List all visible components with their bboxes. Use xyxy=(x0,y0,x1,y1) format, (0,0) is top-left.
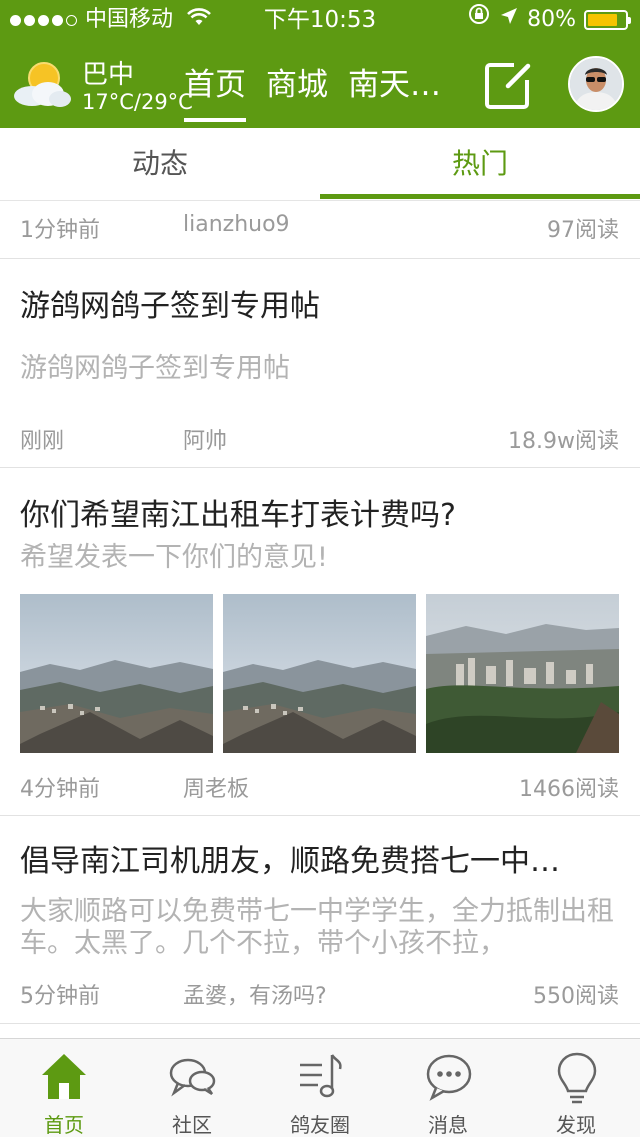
post-excerpt: 游鸽网鸽子签到专用帖 xyxy=(20,353,290,384)
tab-mall[interactable]: 商城 xyxy=(266,56,328,120)
top-header: 中国移动 下午10:53 80% 巴中 17°C/29°C 首页 商城 南天… xyxy=(0,0,640,128)
tab-home[interactable]: 首页 xyxy=(184,56,246,122)
post-time: 刚刚 xyxy=(20,429,65,454)
bottom-tab-label: 首页 xyxy=(44,1113,84,1137)
location-arrow-icon xyxy=(499,0,519,40)
post-excerpt: 希望发表一下你们的意见! xyxy=(20,542,328,573)
active-tab-indicator xyxy=(320,194,640,199)
tab-nantian[interactable]: 南天… xyxy=(348,56,441,120)
bottom-tab-label: 消息 xyxy=(428,1113,468,1137)
tab-hot[interactable]: 热门 xyxy=(320,128,640,200)
chat-bubbles-icon xyxy=(169,1058,216,1097)
status-bar: 中国移动 下午10:53 80% xyxy=(0,0,640,40)
post-feed: 1分钟前 lianzhuo9 97阅读 游鸽网鸽子签到专用帖 游鸽网鸽子签到专用… xyxy=(0,200,640,1024)
music-list-icon xyxy=(300,1054,342,1098)
post-time: 5分钟前 xyxy=(20,984,100,1009)
lightbulb-icon xyxy=(557,1052,597,1104)
city-hillside-photo[interactable] xyxy=(426,594,619,753)
post-read-count: 550阅读 xyxy=(533,984,619,1009)
message-icon xyxy=(426,1054,472,1101)
main-nav-tabs: 首页 商城 南天… xyxy=(184,56,461,122)
post-card[interactable]: 倡导南江司机朋友，顺路免费搭七一中… 大家顺路可以免费带七一中学学生，全力抵制出… xyxy=(0,816,640,1023)
post-title[interactable]: 你们希望南江出租车打表计费吗? xyxy=(20,490,456,534)
post-title[interactable]: 倡导南江司机朋友，顺路免费搭七一中… xyxy=(20,836,620,880)
battery-percent: 80% xyxy=(527,7,576,32)
post-title[interactable]: 游鸽网鸽子签到专用帖 xyxy=(20,281,320,325)
weather-widget[interactable]: 巴中 17°C/29°C xyxy=(10,52,200,122)
post-meta: 5分钟前 孟婆，有汤吗? 550阅读 xyxy=(0,966,640,1022)
post-meta: 1分钟前 lianzhuo9 97阅读 xyxy=(0,200,640,258)
post-card[interactable]: 你们希望南江出租车打表计费吗? 希望发表一下你们的意见! 4分钟前 周老板 14… xyxy=(0,468,640,815)
compose-icon[interactable] xyxy=(484,62,534,114)
partly-cloudy-icon xyxy=(10,58,72,114)
weather-temperature: 17°C/29°C xyxy=(82,90,193,114)
bottom-tab-pigeon-circle[interactable]: 鸽友圈 xyxy=(256,1039,384,1137)
weather-city: 巴中 xyxy=(82,60,135,90)
bottom-tab-label: 发现 xyxy=(556,1113,596,1137)
feed-subtabs: 动态 热门 xyxy=(0,128,640,201)
post-excerpt: 大家顺路可以免费带七一中学学生，全力抵制出租车。太黑了。几个不拉，带个小孩不拉， xyxy=(20,896,614,959)
post-author[interactable]: 孟婆，有汤吗? xyxy=(183,978,327,1010)
user-avatar[interactable] xyxy=(568,56,624,112)
bottom-tab-home[interactable]: 首页 xyxy=(0,1039,128,1137)
bottom-tab-label: 鸽友圈 xyxy=(290,1113,350,1137)
post-author[interactable]: 阿帅 xyxy=(183,423,227,455)
mountain-town-photo[interactable] xyxy=(20,594,213,753)
bottom-tab-community[interactable]: 社区 xyxy=(128,1039,256,1137)
rotation-lock-icon xyxy=(467,0,491,40)
bottom-tab-label: 社区 xyxy=(172,1113,212,1137)
bottom-nav-bar: 首页 社区 鸽友圈 消息 发现 xyxy=(0,1038,640,1137)
post-card[interactable]: 游鸽网鸽子签到专用帖 游鸽网鸽子签到专用帖 刚刚 阿帅 18.9w阅读 xyxy=(0,259,640,467)
divider xyxy=(0,1023,640,1024)
post-author[interactable]: lianzhuo9 xyxy=(183,212,290,237)
post-author[interactable]: 周老板 xyxy=(183,771,249,803)
post-read-count: 97阅读 xyxy=(547,218,619,243)
mountain-town-photo[interactable] xyxy=(223,594,416,753)
battery-icon xyxy=(584,10,631,30)
post-read-count: 1466阅读 xyxy=(519,777,619,802)
post-meta: 刚刚 阿帅 18.9w阅读 xyxy=(0,411,640,467)
post-photos xyxy=(20,594,619,753)
tab-dynamic[interactable]: 动态 xyxy=(0,128,320,200)
post-read-count: 18.9w阅读 xyxy=(508,429,619,454)
post-time: 4分钟前 xyxy=(20,777,100,802)
post-meta: 4分钟前 周老板 1466阅读 xyxy=(0,759,640,815)
post-time: 1分钟前 xyxy=(20,218,100,243)
bottom-tab-messages[interactable]: 消息 xyxy=(384,1039,512,1137)
bottom-tab-discover[interactable]: 发现 xyxy=(512,1039,640,1137)
home-icon xyxy=(42,1054,86,1099)
